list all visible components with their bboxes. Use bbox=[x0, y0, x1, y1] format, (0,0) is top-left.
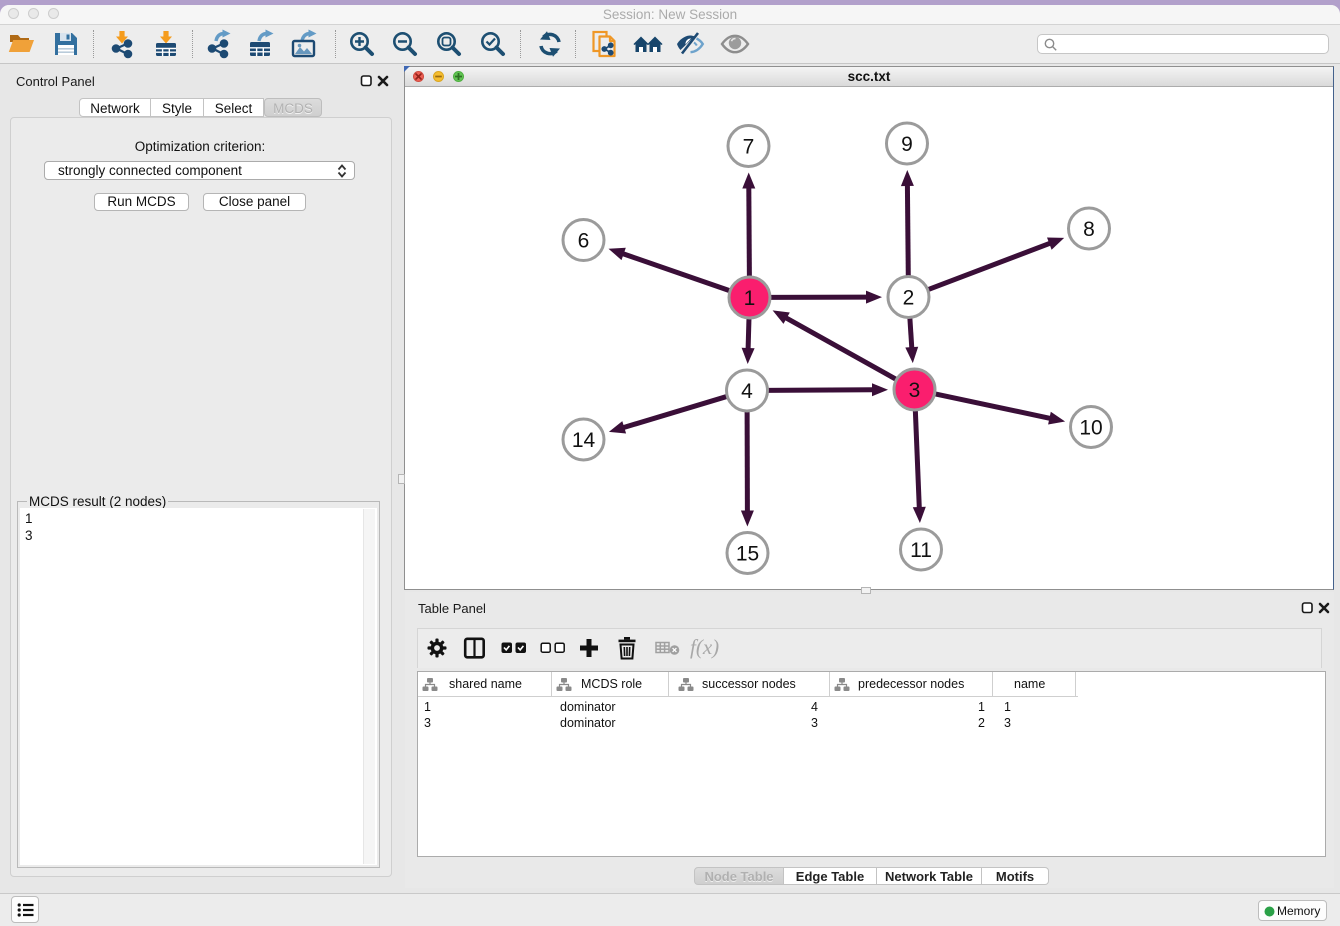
svg-text:14: 14 bbox=[572, 429, 596, 452]
svg-text:4: 4 bbox=[741, 380, 753, 403]
svg-text:6: 6 bbox=[578, 230, 590, 253]
svg-text:3: 3 bbox=[909, 379, 921, 402]
svg-text:7: 7 bbox=[743, 136, 755, 159]
svg-text:1: 1 bbox=[744, 287, 756, 310]
svg-text:2: 2 bbox=[903, 287, 915, 310]
svg-text:8: 8 bbox=[1083, 218, 1095, 241]
svg-text:10: 10 bbox=[1079, 417, 1102, 440]
svg-text:9: 9 bbox=[901, 133, 913, 156]
svg-text:11: 11 bbox=[910, 539, 932, 562]
svg-text:15: 15 bbox=[736, 543, 759, 566]
